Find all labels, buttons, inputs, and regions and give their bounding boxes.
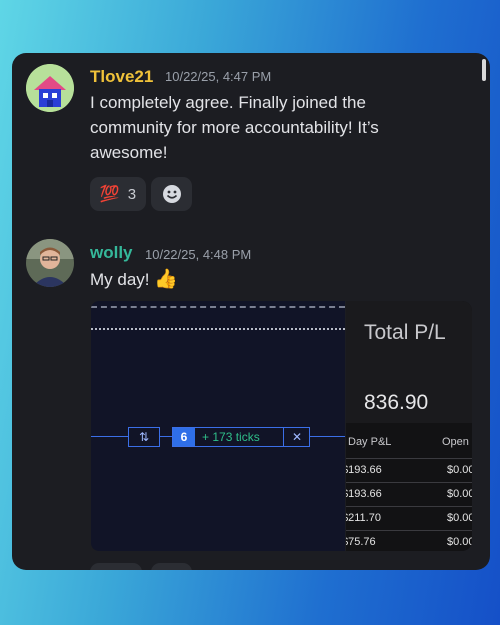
column-header-day-pl: Day P&L xyxy=(348,436,392,448)
avatar-wolly[interactable] xyxy=(26,239,74,287)
user-photo-icon xyxy=(26,239,74,287)
day-pl-cell: $75.76 xyxy=(346,536,376,548)
open-pl-cell: $0.00 xyxy=(447,512,472,524)
timestamp: 10/22/25, 4:47 PM xyxy=(165,69,272,84)
table-row: $193.66 $0.00 xyxy=(346,482,472,507)
table-row: $211.70 $0.00 xyxy=(346,506,472,531)
close-icon[interactable]: ✕ xyxy=(283,428,310,446)
message-text: I completely agree. Finally joined the c… xyxy=(90,90,430,165)
chat-panel: Tlove21 10/22/25, 4:47 PM I completely a… xyxy=(12,53,490,570)
order-direction-box[interactable]: ⇅ xyxy=(128,427,160,447)
day-pl-cell: $211.70 xyxy=(346,512,381,524)
message-line: I completely agree. Finally joined the xyxy=(90,93,366,112)
timestamp: 10/22/25, 4:48 PM xyxy=(145,247,252,262)
day-pl-cell: $193.66 xyxy=(346,464,382,476)
reaction-partial[interactable] xyxy=(151,563,192,570)
open-pl-cell: $0.00 xyxy=(447,464,472,476)
table-row: $75.76 $0.00 xyxy=(346,530,472,551)
order-label[interactable]: 6 + 173 ticks ✕ xyxy=(172,427,310,447)
total-pl-label: Total P/L xyxy=(364,321,446,344)
attachment-pl-panel[interactable]: Total P/L 836.90 Day P&L Open P $193.66 … xyxy=(346,301,472,551)
message-line: awesome! xyxy=(90,143,168,162)
message-line: community for more accountability! It’s xyxy=(90,118,379,137)
avatar-tlove21[interactable] xyxy=(26,64,74,112)
column-header-open-pl: Open P xyxy=(442,436,472,448)
reaction-100[interactable]: 💯 3 xyxy=(90,177,146,211)
open-pl-cell: $0.00 xyxy=(447,536,472,548)
dotted-line xyxy=(91,328,345,330)
table-row: $193.66 $0.00 xyxy=(346,458,472,483)
username[interactable]: Tlove21 xyxy=(90,67,153,87)
message-text: My day! 👍 xyxy=(90,267,430,292)
reaction-partial[interactable] xyxy=(90,563,142,570)
day-pl-cell: $193.66 xyxy=(346,488,382,500)
smiley-icon xyxy=(162,185,181,203)
order-ticks: + 173 ticks xyxy=(202,430,260,444)
dashed-line xyxy=(91,306,345,308)
add-reaction-button[interactable] xyxy=(151,177,192,211)
order-qty: 6 xyxy=(173,428,195,446)
pl-header: Total P/L 836.90 xyxy=(346,301,472,423)
open-pl-cell: $0.00 xyxy=(447,488,472,500)
message-body: My day! xyxy=(90,270,150,289)
username[interactable]: wolly xyxy=(90,243,133,263)
hundred-emoji-icon: 💯 xyxy=(99,186,120,203)
house-avatar-icon xyxy=(26,64,74,112)
total-pl-value: 836.90 xyxy=(364,391,429,414)
reaction-count: 3 xyxy=(127,185,137,203)
scrollbar[interactable] xyxy=(482,59,486,81)
thumbs-up-icon: 👍 xyxy=(154,269,178,290)
attachment-chart[interactable]: ⇅ 6 + 173 ticks ✕ xyxy=(91,301,345,551)
sort-arrows-icon: ⇅ xyxy=(138,430,150,444)
